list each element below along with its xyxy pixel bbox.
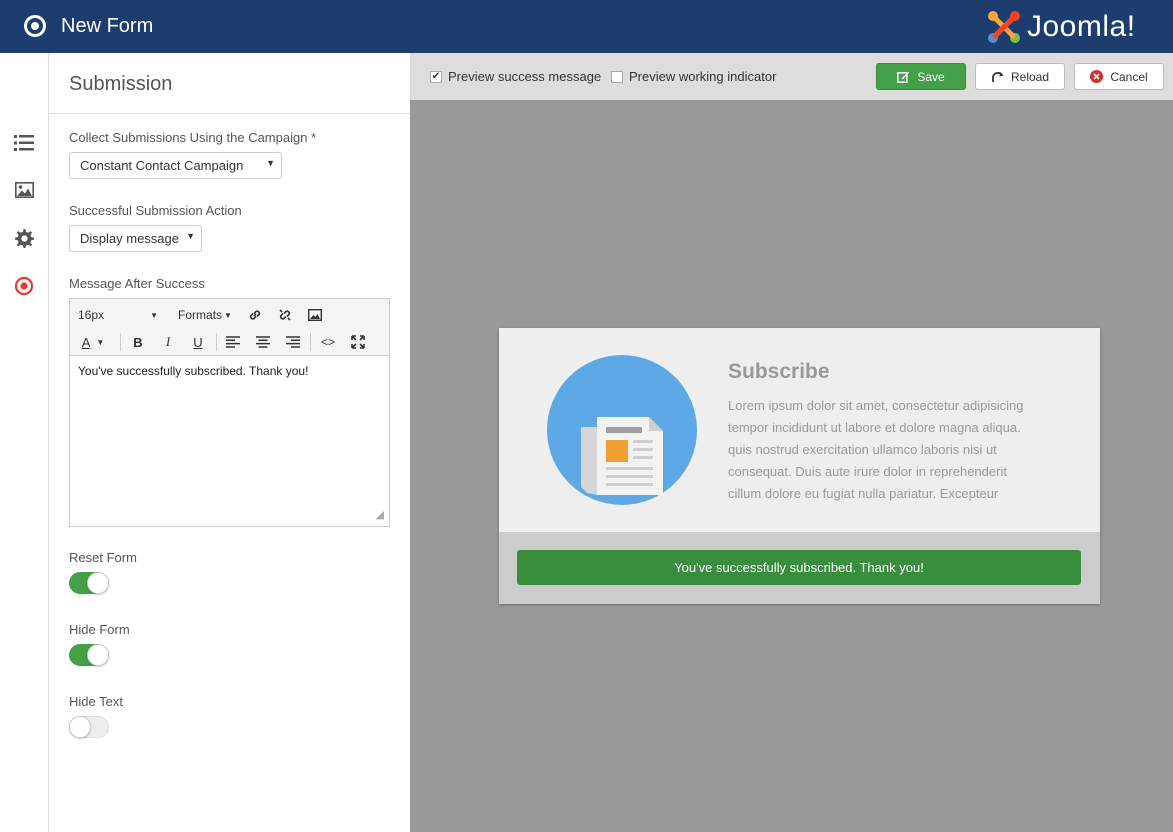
divider bbox=[49, 113, 410, 114]
save-button[interactable]: Save bbox=[876, 63, 966, 90]
campaign-select[interactable]: Constant Contact Campaign ▼ bbox=[69, 152, 282, 179]
formats-label: Formats bbox=[178, 308, 223, 322]
edit-icon bbox=[897, 71, 910, 83]
editor-content[interactable]: You've successfully subscribed. Thank yo… bbox=[70, 356, 389, 386]
reload-button[interactable]: Reload bbox=[975, 63, 1065, 90]
joomla-mark-icon bbox=[988, 11, 1020, 43]
reset-form-label: Reset Form bbox=[69, 550, 137, 565]
joomla-logo: Joomla! bbox=[985, 7, 1165, 47]
caret-down-icon: ▼ bbox=[150, 310, 158, 320]
preview-success-checkbox[interactable]: ✔ Preview success message bbox=[430, 69, 601, 84]
refresh-icon bbox=[991, 71, 1004, 83]
message-label: Message After Success bbox=[69, 276, 205, 291]
form-footer: You've successfully subscribed. Thank yo… bbox=[499, 532, 1100, 604]
campaign-select-value: Constant Contact Campaign bbox=[80, 158, 244, 173]
cancel-label: Cancel bbox=[1110, 69, 1148, 84]
action-label: Successful Submission Action bbox=[69, 203, 242, 218]
submission-panel: Submission Collect Submissions Using the… bbox=[49, 53, 410, 832]
form-logo-icon bbox=[24, 15, 46, 37]
image-icon[interactable] bbox=[12, 178, 36, 202]
resize-handle-icon[interactable]: ◢ bbox=[376, 508, 384, 521]
icon-rail bbox=[0, 53, 49, 832]
preview-working-label: Preview working indicator bbox=[629, 69, 777, 84]
hide-form-toggle[interactable] bbox=[69, 644, 109, 666]
formats-menu[interactable]: Formats ▼ bbox=[177, 305, 233, 325]
hide-form-label: Hide Form bbox=[69, 622, 130, 637]
submission-target-icon[interactable] bbox=[12, 274, 36, 298]
reset-form-toggle[interactable] bbox=[69, 572, 109, 594]
panel-title: Submission bbox=[69, 73, 173, 95]
caret-down-icon: ▼ bbox=[96, 337, 105, 347]
campaign-label: Collect Submissions Using the Campaign * bbox=[69, 130, 317, 145]
hide-text-label: Hide Text bbox=[69, 694, 123, 709]
gear-icon[interactable] bbox=[12, 226, 36, 250]
cancel-button[interactable]: Cancel bbox=[1074, 63, 1164, 90]
editor-toolbar: 16px ▼ Formats ▼ A ▼ B I U <> bbox=[70, 299, 389, 356]
preview-success-label: Preview success message bbox=[448, 69, 602, 84]
preview-toolbar: ✔ Preview success message Preview workin… bbox=[410, 53, 1173, 100]
success-message: You've successfully subscribed. Thank yo… bbox=[517, 550, 1081, 585]
bold-icon[interactable]: B bbox=[128, 332, 148, 352]
action-select-value: Display message bbox=[80, 231, 179, 246]
hide-text-toggle[interactable] bbox=[69, 716, 109, 738]
underline-icon[interactable]: U bbox=[188, 332, 208, 352]
action-select[interactable]: Display message ▼ bbox=[69, 225, 202, 252]
newsletter-icon bbox=[547, 355, 697, 505]
insert-image-icon[interactable] bbox=[305, 305, 325, 325]
reload-label: Reload bbox=[1010, 69, 1050, 84]
checkbox-unchecked-icon[interactable] bbox=[611, 70, 623, 83]
preview-canvas: Subscribe Lorem ipsum dolor sit amet, co… bbox=[410, 100, 1173, 832]
page-title: New Form bbox=[61, 15, 154, 37]
form-description: Lorem ipsum dolor sit amet, consectetur … bbox=[728, 398, 1024, 501]
align-center-icon[interactable] bbox=[253, 332, 273, 352]
font-size-select[interactable]: 16px ▼ bbox=[78, 305, 163, 325]
align-right-icon[interactable] bbox=[283, 332, 303, 352]
fullscreen-icon[interactable] bbox=[348, 332, 368, 352]
form-preview-card: Subscribe Lorem ipsum dolor sit amet, co… bbox=[499, 328, 1100, 604]
toggle-knob bbox=[87, 644, 109, 666]
checkbox-checked-icon[interactable]: ✔ bbox=[430, 70, 442, 83]
save-label: Save bbox=[917, 69, 945, 84]
close-circle-icon bbox=[1090, 70, 1104, 83]
source-code-icon[interactable]: <> bbox=[318, 332, 338, 352]
italic-icon[interactable]: I bbox=[158, 332, 178, 352]
form-title: Subscribe bbox=[728, 360, 830, 383]
fields-list-icon[interactable] bbox=[12, 131, 36, 155]
preview-working-checkbox[interactable]: Preview working indicator bbox=[611, 69, 776, 84]
caret-down-icon: ▼ bbox=[224, 310, 232, 320]
joomla-wordmark: Joomla! bbox=[1027, 10, 1136, 43]
font-size-value: 16px bbox=[78, 308, 105, 322]
toggle-knob bbox=[69, 716, 91, 738]
chevron-down-icon: ▼ bbox=[186, 231, 195, 241]
align-left-icon[interactable] bbox=[223, 332, 243, 352]
text-color-icon[interactable]: A ▼ bbox=[78, 332, 108, 352]
chevron-down-icon: ▼ bbox=[266, 158, 275, 168]
app-header: New Form Joomla! bbox=[0, 0, 1173, 53]
toggle-knob bbox=[87, 572, 109, 594]
message-editor: 16px ▼ Formats ▼ A ▼ B I U <> You've suc… bbox=[69, 298, 390, 527]
remove-link-icon[interactable] bbox=[275, 305, 295, 325]
insert-link-icon[interactable] bbox=[245, 305, 265, 325]
